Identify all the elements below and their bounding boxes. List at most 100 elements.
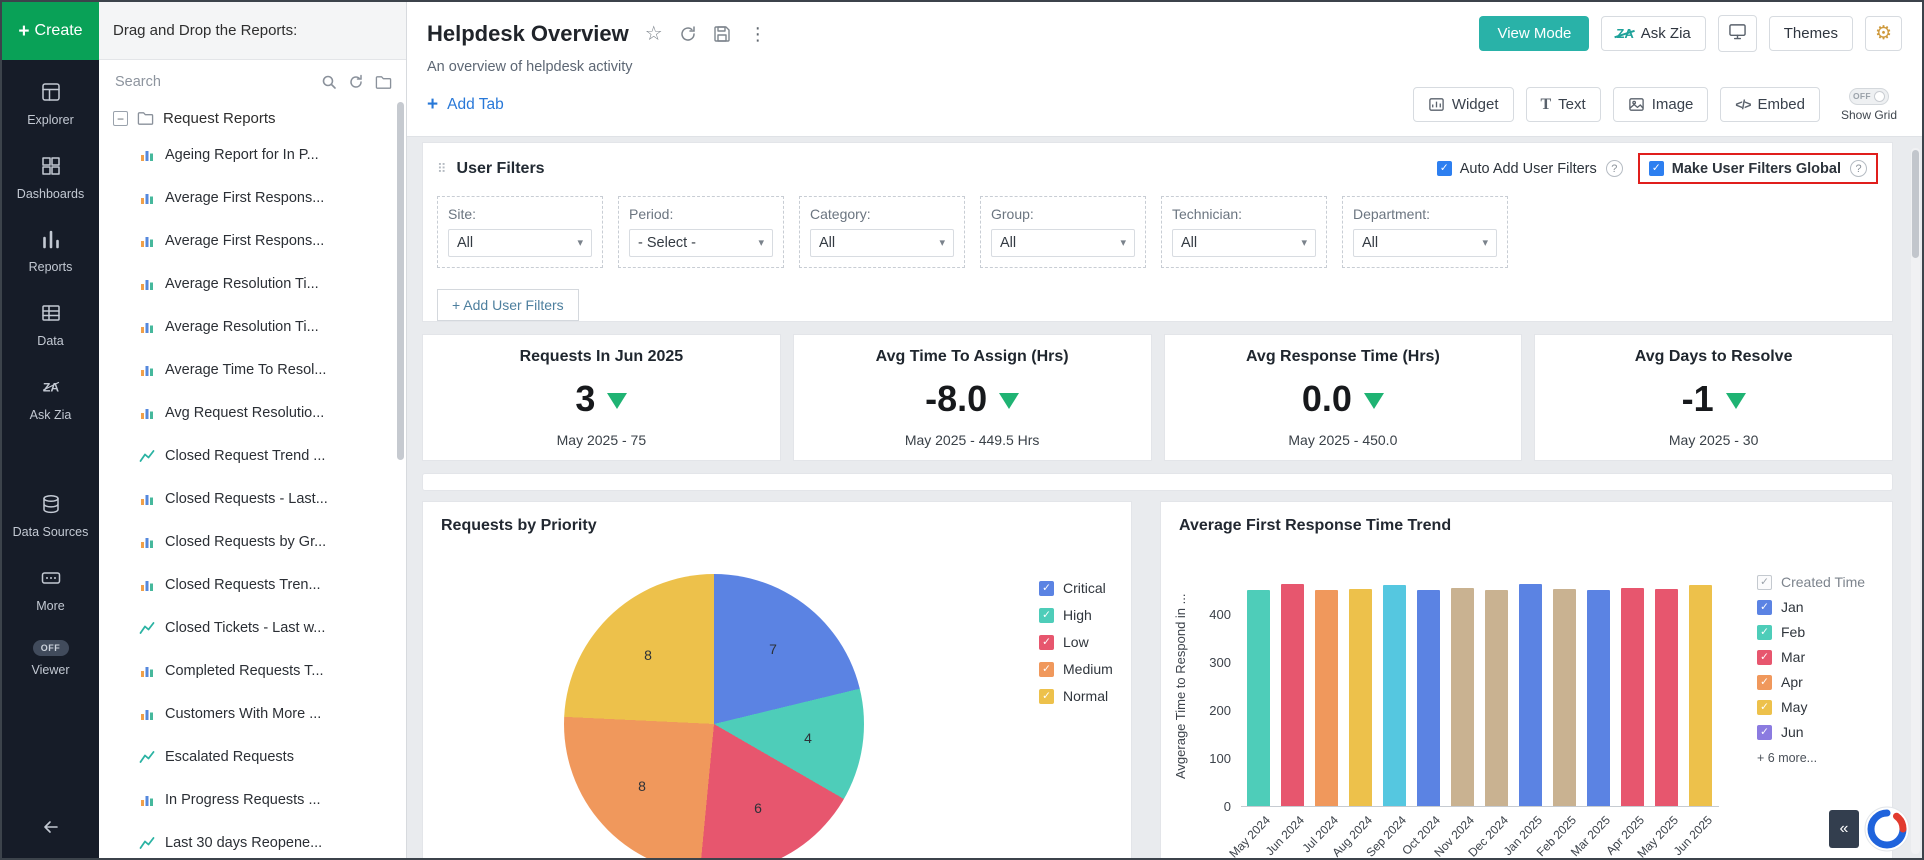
add-user-filters-button[interactable]: + Add User Filters [437, 289, 579, 321]
view-mode-button[interactable]: View Mode [1479, 16, 1590, 51]
legend-checkbox-icon[interactable]: ✓ [1039, 580, 1054, 596]
report-item[interactable]: Closed Requests Tren... [139, 563, 406, 606]
legend-item[interactable]: ✓ Feb [1757, 624, 1865, 640]
legend-checkbox-icon[interactable]: ✓ [1757, 699, 1772, 715]
report-item[interactable]: In Progress Requests ... [139, 778, 406, 821]
rail-item-reports[interactable]: Reports [2, 215, 99, 289]
save-icon[interactable] [713, 25, 731, 43]
help-icon[interactable]: ? [1850, 160, 1867, 177]
report-item[interactable]: Closed Tickets - Last w... [139, 606, 406, 649]
legend-item-series[interactable]: ✓ Created Time [1757, 574, 1865, 590]
legend-item[interactable]: ✓ Critical [1039, 580, 1113, 596]
drag-handle-icon[interactable]: ⠿ [437, 161, 447, 177]
create-button[interactable]: + Create [2, 2, 99, 60]
bar[interactable] [1247, 590, 1270, 806]
show-grid-toggle[interactable]: OFF Show Grid [1836, 87, 1902, 122]
rail-item-viewer[interactable]: OFF Viewer [2, 627, 99, 692]
bar[interactable] [1383, 585, 1406, 806]
legend-item[interactable]: ✓ High [1039, 607, 1113, 623]
legend-checkbox-icon[interactable]: ✓ [1757, 724, 1772, 740]
star-icon[interactable]: ☆ [645, 24, 663, 44]
legend-checkbox-icon[interactable]: ✓ [1757, 674, 1772, 690]
toggle-off-pill[interactable]: OFF [1849, 87, 1889, 105]
legend-checkbox-icon[interactable]: ✓ [1757, 624, 1772, 640]
report-item[interactable]: Avg Request Resolutio... [139, 391, 406, 434]
report-item[interactable]: Average First Respons... [139, 219, 406, 262]
folder-icon[interactable] [375, 75, 392, 90]
filter-select[interactable]: All ▾ [448, 229, 592, 257]
report-item[interactable]: Completed Requests T... [139, 649, 406, 692]
widget-button[interactable]: Widget [1412, 87, 1514, 122]
legend-item[interactable]: ✓ Jun [1757, 724, 1865, 740]
legend-checkbox-icon[interactable]: ✓ [1757, 649, 1772, 665]
panel-scrollbar[interactable] [397, 102, 404, 460]
rail-item-more[interactable]: More [2, 554, 99, 628]
bar[interactable] [1519, 584, 1542, 806]
bar[interactable] [1621, 588, 1644, 806]
report-item[interactable]: Last 30 days Reopene... [139, 821, 406, 858]
report-item[interactable]: Average Resolution Ti... [139, 262, 406, 305]
folder-row-request-reports[interactable]: − Request Reports [99, 99, 406, 133]
legend-more-link[interactable]: + 6 more... [1757, 751, 1865, 765]
filter-select[interactable]: - Select - ▾ [629, 229, 773, 257]
viewer-off-toggle[interactable]: OFF [32, 640, 69, 657]
rail-item-explorer[interactable]: Explorer [2, 68, 99, 142]
report-item[interactable]: Closed Requests - Last... [139, 477, 406, 520]
image-button[interactable]: Image [1612, 87, 1709, 122]
legend-checkbox-icon[interactable]: ✓ [1039, 661, 1054, 677]
scrollbar-thumb[interactable] [1912, 150, 1919, 258]
rail-item-data-sources[interactable]: Data Sources [2, 480, 99, 554]
legend-checkbox-icon[interactable]: ✓ [1039, 607, 1054, 623]
bar[interactable] [1315, 590, 1338, 806]
collapse-minus-icon[interactable]: − [113, 111, 128, 126]
report-item[interactable]: Closed Request Trend ... [139, 434, 406, 477]
bar[interactable] [1349, 589, 1372, 806]
search-icon[interactable] [321, 74, 337, 90]
legend-item[interactable]: ✓ May [1757, 699, 1865, 715]
pie-chart[interactable]: 7 4 6 8 8 [564, 574, 864, 858]
refresh-icon[interactable] [679, 25, 697, 43]
make-user-filters-global-checkbox[interactable]: ✓ Make User Filters Global [1648, 161, 1841, 177]
legend-item[interactable]: ✓ Apr [1757, 674, 1865, 690]
themes-button[interactable]: Themes [1768, 16, 1853, 51]
report-item[interactable]: Average Time To Resol... [139, 348, 406, 391]
report-item[interactable]: Customers With More ... [139, 692, 406, 735]
legend-checkbox-icon[interactable]: ✓ [1757, 599, 1772, 615]
bar[interactable] [1587, 590, 1610, 806]
help-icon[interactable]: ? [1605, 160, 1623, 177]
kpi-card[interactable]: Avg Time To Assign (Hrs) -8.0 May 2025 -… [793, 335, 1151, 460]
legend-checkbox-icon[interactable]: ✓ [1039, 688, 1054, 704]
legend-checkbox-icon[interactable]: ✓ [1039, 634, 1054, 650]
legend-checkbox-icon[interactable]: ✓ [1757, 574, 1772, 590]
legend-item[interactable]: ✓ Mar [1757, 649, 1865, 665]
refresh-icon[interactable] [348, 74, 364, 90]
bar[interactable] [1689, 585, 1712, 806]
legend-item[interactable]: ✓ Jan [1757, 599, 1865, 615]
rail-item-data[interactable]: Data [2, 289, 99, 363]
kpi-card[interactable]: Avg Days to Resolve -1 May 2025 - 30 [1535, 335, 1892, 460]
bar[interactable] [1417, 590, 1440, 806]
bar[interactable] [1655, 589, 1678, 806]
rail-item-ask-zia[interactable]: ZA Ask Zia [2, 363, 99, 437]
report-item[interactable]: Closed Requests by Gr... [139, 520, 406, 563]
legend-item[interactable]: ✓ Medium [1039, 661, 1113, 677]
bar[interactable] [1553, 589, 1576, 806]
settings-button[interactable]: ⚙ [1864, 16, 1902, 51]
embed-button[interactable]: </> Embed [1720, 87, 1820, 122]
collapse-rail-button[interactable] [2, 803, 99, 858]
bar[interactable] [1485, 590, 1508, 806]
main-scrollbar[interactable] [1911, 148, 1920, 854]
filter-select[interactable]: All ▾ [1172, 229, 1316, 257]
kpi-card[interactable]: Avg Response Time (Hrs) 0.0 May 2025 - 4… [1164, 335, 1522, 460]
report-item[interactable]: Escalated Requests [139, 735, 406, 778]
kebab-menu-icon[interactable]: ⋮ [747, 25, 769, 43]
kpi-card[interactable]: Requests In Jun 2025 3 May 2025 - 75 [423, 335, 780, 460]
rail-item-dashboards[interactable]: Dashboards [2, 142, 99, 216]
auto-add-user-filters-checkbox[interactable]: ✓ Auto Add User Filters [1436, 161, 1597, 177]
filter-select[interactable]: All ▾ [991, 229, 1135, 257]
checkbox-checked-icon[interactable]: ✓ [1648, 161, 1664, 176]
text-button[interactable]: T Text [1525, 87, 1601, 122]
report-item[interactable]: Average Resolution Ti... [139, 305, 406, 348]
checkbox-checked-icon[interactable]: ✓ [1436, 161, 1452, 176]
zoho-analytics-logo[interactable] [1864, 806, 1910, 852]
